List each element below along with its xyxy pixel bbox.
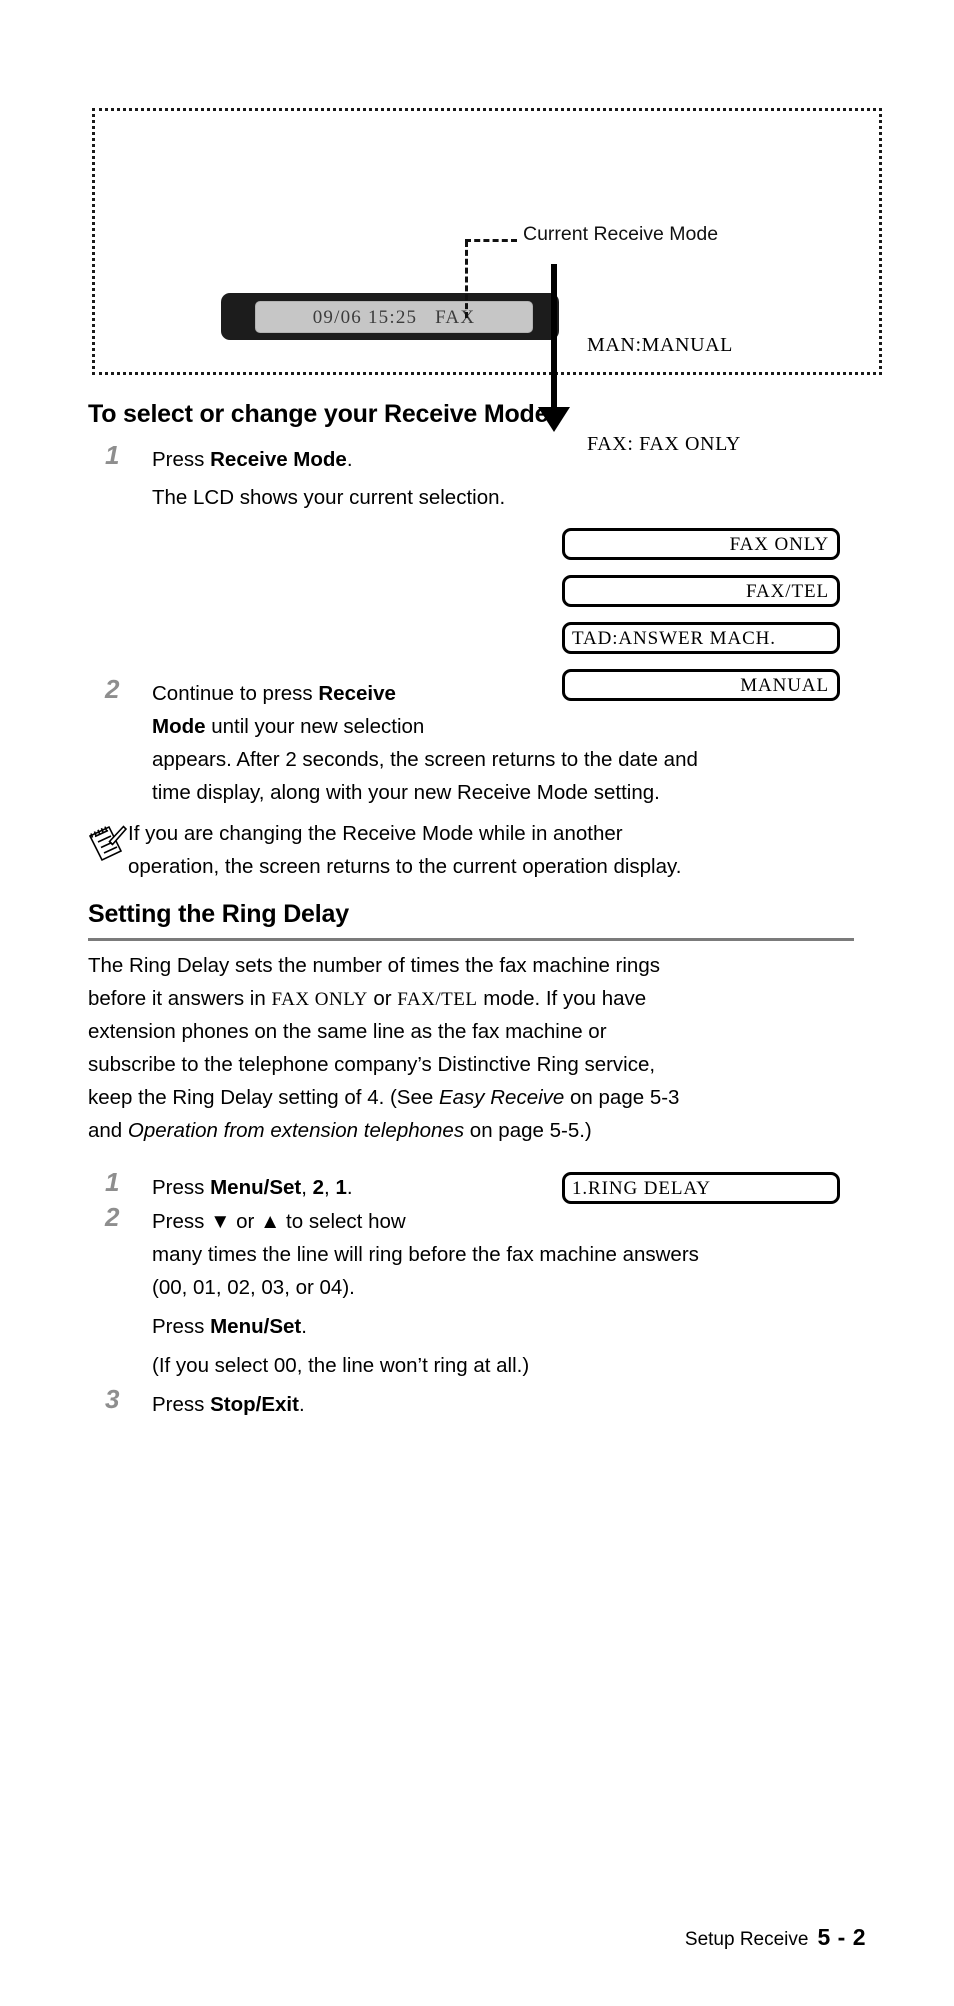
para-text: on page 5-3 [564,1086,680,1109]
callout-label-current-receive-mode: Current Receive Mode [523,223,719,245]
step-number: 1 [105,1167,120,1197]
lcd-callout-tad-answer-mach: TAD:ANSWER MACH. [562,622,840,654]
arrow-up-icon: ▲ [260,1210,281,1233]
lcd-callout-manual: MANUAL [562,669,840,701]
ring-delay-step-2-line-2: many times the line will ring before the… [152,1243,699,1266]
section-heading-rule [88,938,854,941]
step-suffix: . [346,1176,353,1199]
step-1-suffix: . [346,448,353,471]
step-number: 1 [105,440,120,470]
section-heading-select-receive-mode: To select or change your Receive Mode [88,400,549,428]
ring-delay-step-2-line-5: (If you select 00, the line won’t ring a… [152,1354,530,1377]
step-2-text-line-4: time display, along with your new Receiv… [152,781,660,804]
ring-delay-step-1-text: Press Menu/Set, 2, 1. [152,1172,532,1205]
page-footer: Setup Receive 5 - 2 [685,1924,866,1951]
step-prefix: Press [152,1393,211,1416]
para-text: mode. If you have [477,987,647,1010]
step-2-prefix: Continue to press [152,682,319,705]
cross-ref-easy-receive: Easy Receive [438,1086,565,1109]
step-1-prefix: Press [152,448,211,471]
step-suffix: . [298,1393,305,1416]
note-text-line-1: If you are changing the Receive Mode whi… [128,822,623,845]
step-number: 3 [105,1384,120,1414]
ring-delay-paragraph-line-4: subscribe to the telephone company’s Dis… [88,1053,656,1076]
lcd-callout-ring-delay: 1.RING DELAY [562,1172,840,1204]
lcd-callout-fax-tel: FAX/TEL [562,575,840,607]
para-text: or [367,987,398,1010]
step-text: to select how [280,1210,406,1233]
step-text: or [230,1210,261,1233]
mono-fax-tel: FAX/TEL [397,989,478,1010]
step-number: 2 [105,674,120,704]
ring-delay-step-3-text: Press Stop/Exit. [152,1389,652,1422]
ring-delay-paragraph-line-5: keep the Ring Delay setting of 4. (See E… [88,1082,878,1115]
lcd-callout-text: MANUAL [740,675,829,696]
step-2-text-line-3: appears. After 2 seconds, the screen ret… [152,748,698,771]
para-text: keep the Ring Delay setting of 4. (See [88,1086,439,1109]
footer-section-label: Setup Receive [684,1929,809,1950]
receive-mode-diagram: 09/06 15:25 FAX Current Receive Mode MAN… [92,108,882,653]
step-2-text-line-1: Continue to press Receive [152,678,532,711]
ring-delay-paragraph-line-3: extension phones on the same line as the… [88,1020,607,1043]
keypad-digit-1: 1 [335,1176,347,1199]
step-sep: , [324,1176,336,1199]
keypad-digit-2: 2 [312,1176,325,1199]
ring-delay-paragraph-line-6: and Operation from extension telephones … [88,1115,878,1148]
step-2-text-line-2: Mode until your new selection [152,711,532,744]
para-text: and [88,1119,128,1142]
ring-delay-step-2-line-3: (00, 01, 02, 03, or 04). [152,1276,355,1299]
fax-lcd-panel: 09/06 15:25 FAX [221,293,559,340]
lcd-callout-fax-only: FAX ONLY [562,528,840,560]
lcd-callout-text: 1.RING DELAY [572,1178,711,1199]
ring-delay-step-2-line-4: Press Menu/Set. [152,1311,652,1344]
ring-delay-paragraph-line-2: before it answers in FAX ONLY or FAX/TEL… [88,983,878,1017]
manual-page: 09/06 15:25 FAX Current Receive Mode MAN… [0,0,954,2006]
notepad-pencil-icon [88,825,128,862]
para-text: on page 5-5.) [464,1119,592,1142]
fax-lcd-screen: 09/06 15:25 FAX [255,301,533,333]
button-name-mode: Mode [152,715,206,738]
section-heading-setting-ring-delay: Setting the Ring Delay [88,900,349,928]
arrow-down-icon: ▼ [210,1210,231,1233]
lcd-callout-text: TAD:ANSWER MACH. [572,628,776,649]
button-name-receive-mode: Receive Mode [210,448,347,471]
step-number: 2 [105,1202,120,1232]
lcd-callout-text: FAX ONLY [729,534,829,555]
button-name-receive: Receive [318,682,396,705]
step-prefix: Press [152,1176,211,1199]
footer-page-number: 5 - 2 [817,1924,866,1950]
button-name-menu-set: Menu/Set [210,1315,302,1338]
cross-ref-operation-extension-telephones: Operation from extension telephones [127,1119,465,1142]
step-1-subtext: The LCD shows your current selection. [152,486,506,509]
lcd-display-text: 09/06 15:25 FAX [312,307,476,328]
callout-leader-horizontal [465,239,517,242]
lcd-callout-text: FAX/TEL [746,581,829,602]
step-suffix: . [301,1315,307,1338]
mono-fax-only: FAX ONLY [271,989,368,1010]
mode-legend-item: MAN:MANUAL [587,334,733,356]
down-arrow-shaft [551,264,557,411]
button-name-menu-set: Menu/Set [210,1176,302,1199]
para-text: before it answers in [88,987,272,1010]
step-prefix: Press [152,1315,211,1338]
step-sep: , [301,1176,313,1199]
button-name-stop-exit: Stop/Exit [210,1393,299,1416]
step-prefix: Press [152,1210,211,1233]
callout-leader-vertical [465,241,468,318]
step-2-line2-rest: until your new selection [205,715,425,738]
step-1-text: Press Receive Mode. [152,444,672,477]
note-text-line-2: operation, the screen returns to the cur… [128,855,682,878]
ring-delay-step-2-line-1: Press ▼ or ▲ to select how [152,1206,532,1239]
ring-delay-paragraph-line-1: The Ring Delay sets the number of times … [88,954,660,977]
